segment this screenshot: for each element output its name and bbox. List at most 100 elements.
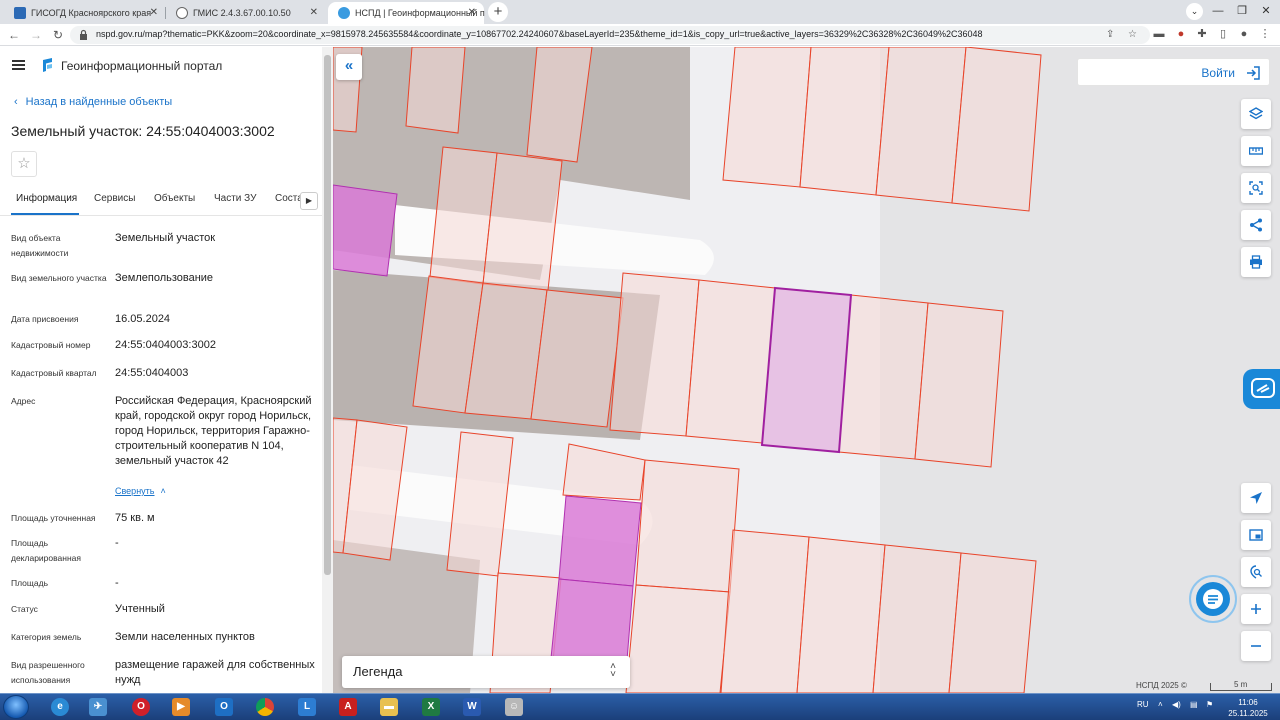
browser-menu-icon[interactable]: ⋮ — [1258, 27, 1272, 41]
tab-parcel-parts[interactable]: Части ЗУ — [214, 193, 256, 204]
parcel[interactable] — [799, 47, 890, 196]
outlook-app-button[interactable]: O — [207, 696, 241, 718]
opera-app-button[interactable]: O — [124, 696, 158, 718]
close-window-button[interactable]: ✕ — [1254, 0, 1278, 22]
parcel[interactable] — [872, 544, 962, 693]
zoom-area-button[interactable] — [1241, 173, 1271, 203]
ruler-button[interactable] — [1241, 136, 1271, 166]
parcel[interactable] — [685, 279, 776, 444]
prop-key: Вид объекта недвижимости — [11, 233, 69, 258]
explorer-app-button[interactable]: ▬ — [372, 696, 406, 718]
highlighted-parcel[interactable] — [550, 578, 634, 661]
zoom-out-button[interactable] — [1241, 631, 1271, 661]
tabs-scroll-right-icon[interactable]: ▶ — [300, 192, 318, 210]
maximize-window-button[interactable]: ❐ — [1230, 0, 1254, 22]
highlighted-parcel[interactable] — [333, 184, 398, 277]
extension-icon[interactable]: ● — [1174, 27, 1188, 41]
prop-key: Площадь декларированная — [11, 538, 81, 563]
parcel[interactable] — [796, 536, 886, 693]
chevron-up-icon: ˄ — [160, 486, 166, 496]
locate-button[interactable] — [1241, 483, 1271, 513]
legend-dropdown[interactable]: Легенда ˄ ˅ — [342, 656, 630, 688]
parcel[interactable] — [914, 302, 1004, 468]
back-to-results-link[interactable]: ‹ Назад в найденные объекты — [14, 96, 172, 108]
panel-scrollbar[interactable] — [322, 47, 333, 693]
reload-icon[interactable]: ↻ — [49, 26, 67, 44]
parcel[interactable] — [609, 272, 700, 437]
windows-taskbar: e ✈ O ▶ O L A ▬ X W ☺ — [0, 693, 1280, 720]
share-button[interactable] — [1241, 210, 1271, 240]
word-app-button[interactable]: W — [455, 696, 489, 718]
address-bar[interactable]: nspd.gov.ru/map?thematic=PKK&zoom=20&coo… — [70, 26, 1150, 44]
ie-app-button[interactable]: e — [43, 696, 77, 718]
tab-composition[interactable]: Соста — [275, 193, 303, 204]
tray-expand-icon[interactable]: ˄ — [1158, 700, 1163, 709]
close-tab-icon[interactable]: ✕ — [310, 7, 318, 18]
parcel[interactable] — [875, 47, 967, 204]
excel-app-button[interactable]: X — [414, 696, 448, 718]
side-panel-icon[interactable]: ▯ — [1216, 27, 1230, 41]
parcel[interactable] — [635, 459, 740, 593]
cadastral-map[interactable] — [333, 47, 1280, 693]
app-button[interactable]: ☺ — [497, 696, 531, 718]
windows-start-icon[interactable] — [3, 695, 29, 719]
media-app-button[interactable]: ▶ — [164, 696, 198, 718]
parcel[interactable] — [625, 584, 731, 693]
geo-search-button[interactable] — [1241, 557, 1271, 587]
minimize-window-button[interactable]: — — [1206, 0, 1230, 22]
favorite-star-button[interactable]: ☆ — [11, 151, 37, 177]
share-page-icon[interactable]: ⇪ — [1106, 29, 1114, 40]
browser-tab-gisogd[interactable]: ГИСОГД Красноярского края ✕ — [4, 2, 166, 24]
flag-icon[interactable]: ⚑ — [1206, 700, 1213, 709]
highlighted-parcel[interactable] — [558, 495, 642, 587]
forward-arrow-icon[interactable]: → — [27, 26, 45, 44]
chrome-app-button[interactable] — [248, 696, 282, 718]
browser-tab-nspd[interactable]: НСПД | Геоинформационный п ✕ — [328, 2, 485, 24]
minimap-button[interactable] — [1241, 520, 1271, 550]
parcel[interactable] — [405, 47, 466, 134]
scrollbar-thumb[interactable] — [324, 55, 331, 575]
browser-tab-gmis[interactable]: ГМИС 2.4.3.67.00.10.50 ✕ — [166, 2, 326, 24]
opera-icon: O — [132, 698, 150, 716]
print-button[interactable] — [1241, 247, 1271, 277]
collapse-address-link[interactable]: Свернуть ˄ — [115, 486, 166, 496]
bookmark-star-icon[interactable]: ☆ — [1128, 29, 1137, 40]
tab-services[interactable]: Сервисы — [94, 193, 135, 204]
selected-parcel[interactable] — [760, 286, 853, 454]
layers-button[interactable] — [1241, 99, 1271, 129]
map-canvas[interactable] — [333, 47, 1280, 693]
collapse-panel-button[interactable]: « — [336, 54, 362, 80]
feedback-side-button[interactable] — [1243, 369, 1280, 409]
back-arrow-icon[interactable]: ← — [5, 26, 23, 44]
input-language[interactable]: RU — [1137, 700, 1149, 709]
parcel[interactable] — [951, 47, 1042, 212]
app-button[interactable]: ✈ — [81, 696, 115, 718]
new-tab-button[interactable]: + — [488, 2, 508, 22]
globe-icon — [176, 7, 188, 19]
close-tab-icon[interactable]: ✕ — [468, 7, 476, 18]
parcel[interactable] — [722, 47, 812, 188]
extension-icon[interactable]: ▬ — [1152, 27, 1166, 41]
network-icon[interactable]: ▤ — [1190, 700, 1198, 709]
profile-avatar-icon[interactable]: ● — [1237, 27, 1251, 41]
app-button[interactable]: L — [290, 696, 324, 718]
chat-support-button[interactable] — [1189, 575, 1237, 623]
zoom-in-button[interactable] — [1241, 594, 1271, 624]
login-button[interactable]: Войти — [1077, 58, 1270, 86]
parcel[interactable] — [530, 289, 624, 428]
internet-explorer-icon: e — [51, 698, 69, 716]
menu-icon[interactable] — [12, 60, 25, 70]
taskbar-clock[interactable]: 11:06 25.11.2025 — [1228, 697, 1268, 719]
parcel[interactable] — [948, 552, 1037, 693]
tab-search-chevron-icon[interactable]: ⌄ — [1186, 3, 1203, 20]
tab-information[interactable]: Информация — [16, 193, 77, 204]
acrobat-app-button[interactable]: A — [331, 696, 365, 718]
puzzle-extensions-icon[interactable]: ✚ — [1195, 27, 1209, 41]
close-tab-icon[interactable]: ✕ — [150, 7, 158, 18]
parcel[interactable] — [720, 529, 810, 693]
volume-icon[interactable]: ◀) — [1172, 700, 1181, 709]
tab-objects[interactable]: Объекты — [154, 193, 195, 204]
login-label: Войти — [1201, 66, 1235, 80]
parcel[interactable] — [838, 294, 929, 460]
parcel[interactable] — [482, 152, 563, 291]
